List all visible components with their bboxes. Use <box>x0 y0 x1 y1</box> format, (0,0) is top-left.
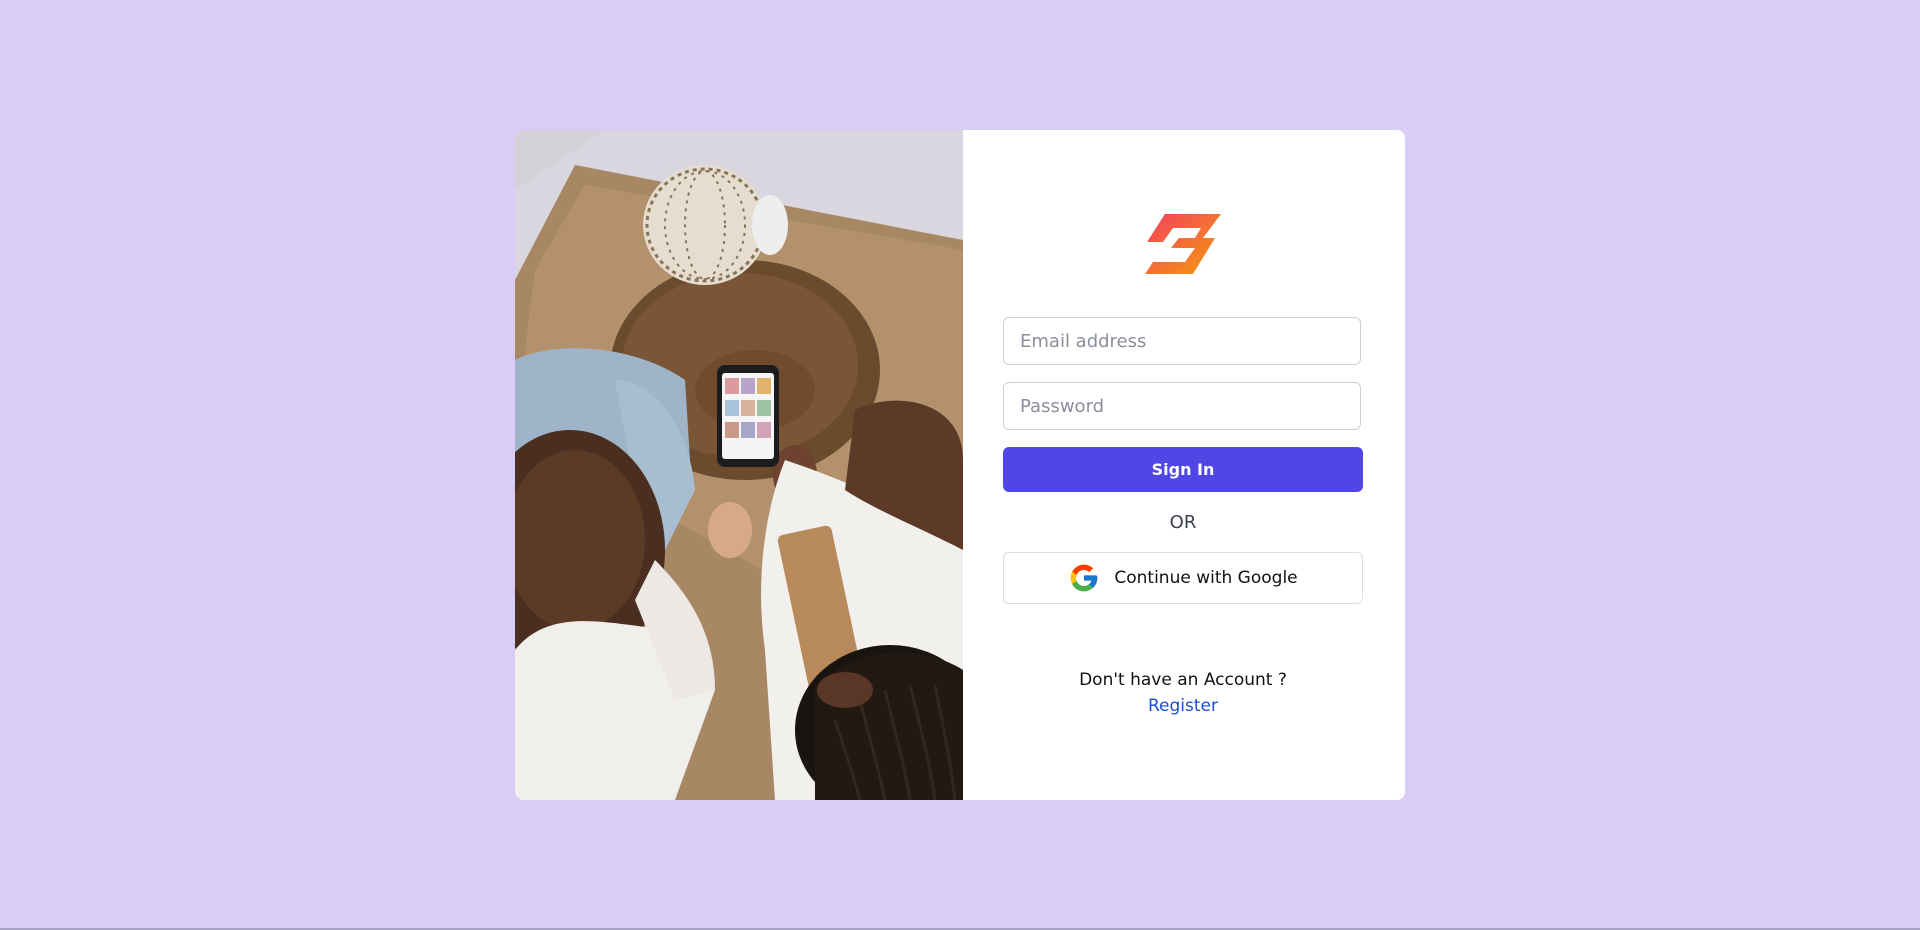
email-input[interactable] <box>1003 317 1361 365</box>
login-card: Sign In OR Continue with Google Don't ha… <box>515 130 1405 800</box>
hero-photo <box>515 130 963 800</box>
login-form: Sign In OR Continue with Google Don't ha… <box>963 130 1405 800</box>
or-divider: OR <box>1169 512 1197 533</box>
no-account-text: Don't have an Account ? <box>1079 670 1287 690</box>
password-input[interactable] <box>1003 382 1361 430</box>
register-link[interactable]: Register <box>1003 696 1363 716</box>
sign-in-button[interactable]: Sign In <box>1003 447 1363 492</box>
google-icon <box>1071 564 1098 592</box>
continue-with-google-button[interactable]: Continue with Google <box>1003 552 1363 604</box>
brand-logo-icon <box>1145 214 1221 274</box>
google-button-label: Continue with Google <box>1114 568 1298 588</box>
